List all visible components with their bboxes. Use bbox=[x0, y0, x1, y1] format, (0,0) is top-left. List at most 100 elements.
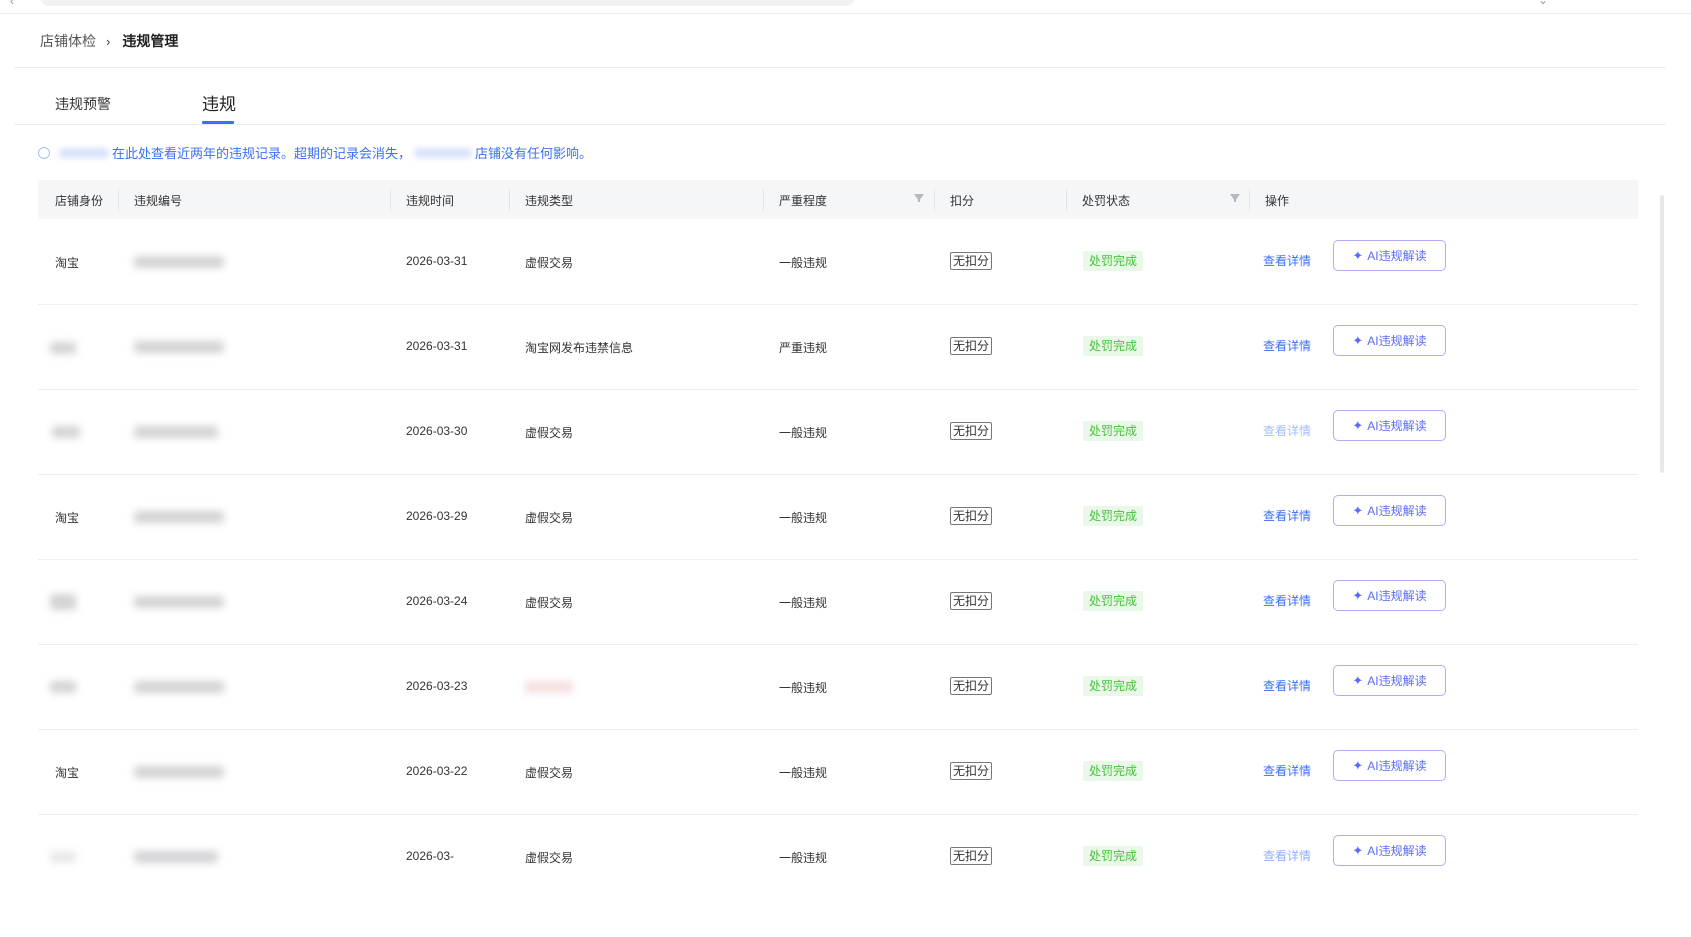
view-detail-link[interactable]: 查看详情 bbox=[1263, 762, 1311, 779]
violation-type: 淘宝网发布违禁信息 bbox=[525, 341, 634, 355]
violation-time: 2026-03-31 bbox=[406, 339, 468, 353]
ai-interpret-button[interactable]: ✦ AI违规解读 bbox=[1333, 325, 1446, 356]
redacted-violation-no bbox=[134, 341, 224, 353]
divider bbox=[14, 124, 1666, 125]
severity: 严重违规 bbox=[779, 341, 828, 355]
violation-type: 虚假交易 bbox=[525, 851, 574, 865]
deduction-tag: 无扣分 bbox=[950, 422, 993, 440]
status-badge: 处罚完成 bbox=[1083, 421, 1144, 441]
violation-type: 虚假交易 bbox=[525, 426, 574, 440]
redacted-violation-no bbox=[134, 681, 224, 693]
status-badge: 处罚完成 bbox=[1083, 676, 1144, 696]
dropdown-icon[interactable]: ⌄ bbox=[1538, 0, 1548, 7]
view-detail-link[interactable]: 查看详情 bbox=[1263, 677, 1311, 694]
ai-interpret-button[interactable]: ✦ AI违规解读 bbox=[1333, 750, 1446, 781]
view-detail-link[interactable]: 查看详情 bbox=[1263, 252, 1311, 269]
severity: 一般违规 bbox=[779, 256, 828, 270]
ai-button-label: AI违规解读 bbox=[1367, 249, 1427, 263]
redacted-violation-no bbox=[134, 256, 224, 268]
column-separator bbox=[1249, 189, 1250, 211]
violation-time: 2026-03-23 bbox=[406, 679, 468, 693]
violation-time: 2026-03-30 bbox=[406, 424, 468, 438]
ai-button-label: AI违规解读 bbox=[1367, 844, 1427, 858]
violation-time: 2026-03-22 bbox=[406, 764, 468, 778]
col-violation-no: 违规编号 bbox=[134, 194, 183, 208]
view-detail-link[interactable]: 查看详情 bbox=[1263, 422, 1311, 439]
table-row: 淘宝 2026-03-29 虚假交易 一般违规 无扣分 处罚完成 查看详情 ✦ A… bbox=[38, 474, 1638, 560]
col-penalty-status: 处罚状态 bbox=[1082, 194, 1131, 208]
status-badge: 处罚完成 bbox=[1083, 846, 1144, 866]
shop-identity: 淘宝 bbox=[55, 256, 80, 270]
sparkle-icon: ✦ bbox=[1352, 842, 1364, 858]
violation-time: 2026-03-29 bbox=[406, 509, 468, 523]
divider bbox=[14, 67, 1666, 68]
column-separator bbox=[118, 189, 119, 211]
ai-interpret-button[interactable]: ✦ AI违规解读 bbox=[1333, 495, 1446, 526]
violation-type: 虚假交易 bbox=[525, 256, 574, 270]
deduction-tag: 无扣分 bbox=[950, 592, 993, 610]
ai-interpret-button[interactable]: ✦ AI违规解读 bbox=[1333, 835, 1446, 866]
shop-identity: 淘宝 bbox=[55, 766, 80, 780]
redacted-violation-no bbox=[134, 766, 224, 778]
view-detail-link[interactable]: 查看详情 bbox=[1263, 592, 1311, 609]
back-chevron-icon[interactable]: ‹ bbox=[10, 0, 14, 8]
tab-violation-warning[interactable]: 违规预警 bbox=[55, 94, 111, 114]
redacted-violation-type bbox=[525, 681, 573, 693]
ai-interpret-button[interactable]: ✦ AI违规解读 bbox=[1333, 665, 1446, 696]
deduction-tag: 无扣分 bbox=[950, 762, 993, 780]
ai-interpret-button[interactable]: ✦ AI违规解读 bbox=[1333, 240, 1446, 271]
ai-button-label: AI违规解读 bbox=[1367, 589, 1427, 603]
table-row: 2026-03-23 一般违规 无扣分 处罚完成 查看详情 ✦ AI违规解读 bbox=[38, 644, 1638, 730]
deduction-tag: 无扣分 bbox=[950, 847, 993, 865]
breadcrumb: 店铺体检 › 违规管理 bbox=[40, 31, 178, 51]
sparkle-icon: ✦ bbox=[1352, 417, 1364, 433]
table-row: 2026-03-24 虚假交易 一般违规 无扣分 处罚完成 查看详情 ✦ AI违规… bbox=[38, 559, 1638, 645]
sparkle-icon: ✦ bbox=[1352, 332, 1364, 348]
violation-type: 虚假交易 bbox=[525, 511, 574, 525]
filter-icon[interactable] bbox=[914, 194, 924, 202]
redacted-violation-no bbox=[134, 426, 218, 438]
sparkle-icon: ✦ bbox=[1352, 502, 1364, 518]
violation-type: 虚假交易 bbox=[525, 596, 574, 610]
redacted-violation-no bbox=[134, 851, 218, 863]
redacted-shop-identity bbox=[50, 342, 76, 354]
ai-button-label: AI违规解读 bbox=[1367, 334, 1427, 348]
column-separator bbox=[390, 189, 391, 211]
status-badge: 处罚完成 bbox=[1083, 506, 1144, 526]
ai-button-label: AI违规解读 bbox=[1367, 759, 1427, 773]
filter-icon[interactable] bbox=[1230, 194, 1240, 202]
vertical-scrollbar[interactable] bbox=[1660, 195, 1664, 473]
severity: 一般违规 bbox=[779, 851, 828, 865]
col-severity: 严重程度 bbox=[779, 194, 828, 208]
deduction-tag: 无扣分 bbox=[950, 677, 993, 695]
deduction-tag: 无扣分 bbox=[950, 507, 993, 525]
table-row: 2026-03-30 虚假交易 一般违规 无扣分 处罚完成 查看详情 ✦ AI违规… bbox=[38, 389, 1638, 475]
col-actions: 操作 bbox=[1265, 194, 1290, 208]
table-row: 2026-03-31 淘宝网发布违禁信息 严重违规 无扣分 处罚完成 查看详情 … bbox=[38, 304, 1638, 390]
deduction-tag: 无扣分 bbox=[950, 252, 993, 270]
column-separator bbox=[509, 189, 510, 211]
deduction-tag: 无扣分 bbox=[950, 337, 993, 355]
breadcrumb-parent-link[interactable]: 店铺体检 bbox=[40, 31, 96, 51]
view-detail-link[interactable]: 查看详情 bbox=[1263, 337, 1311, 354]
redacted-shop-identity bbox=[50, 681, 76, 693]
view-detail-link[interactable]: 查看详情 bbox=[1263, 507, 1311, 524]
sparkle-icon: ✦ bbox=[1352, 757, 1364, 773]
top-bar: ‹ ⌄ bbox=[0, 0, 1691, 14]
status-badge: 处罚完成 bbox=[1083, 591, 1144, 611]
tab-violation[interactable]: 违规 bbox=[202, 90, 236, 115]
global-search-input[interactable] bbox=[40, 0, 855, 6]
sparkle-icon: ✦ bbox=[1352, 587, 1364, 603]
table-header: 店铺身份 违规编号 违规时间 违规类型 严重程度 扣分 处罚状态 操作 bbox=[38, 180, 1638, 219]
ai-interpret-button[interactable]: ✦ AI违规解读 bbox=[1333, 580, 1446, 611]
notice-text-1: 在此处查看近两年的违规记录。超期的记录会消失， bbox=[112, 146, 412, 161]
severity: 一般违规 bbox=[779, 511, 828, 525]
view-detail-link[interactable]: 查看详情 bbox=[1263, 847, 1311, 864]
severity: 一般违规 bbox=[779, 426, 828, 440]
col-violation-time: 违规时间 bbox=[406, 194, 455, 208]
ai-button-label: AI违规解读 bbox=[1367, 674, 1427, 688]
redacted-shop-identity bbox=[52, 426, 80, 438]
ai-interpret-button[interactable]: ✦ AI违规解读 bbox=[1333, 410, 1446, 441]
table-row: 2026-03- 虚假交易 一般违规 无扣分 处罚完成 查看详情 ✦ AI违规解读 bbox=[38, 814, 1638, 899]
redacted-shop-identity bbox=[50, 594, 76, 610]
